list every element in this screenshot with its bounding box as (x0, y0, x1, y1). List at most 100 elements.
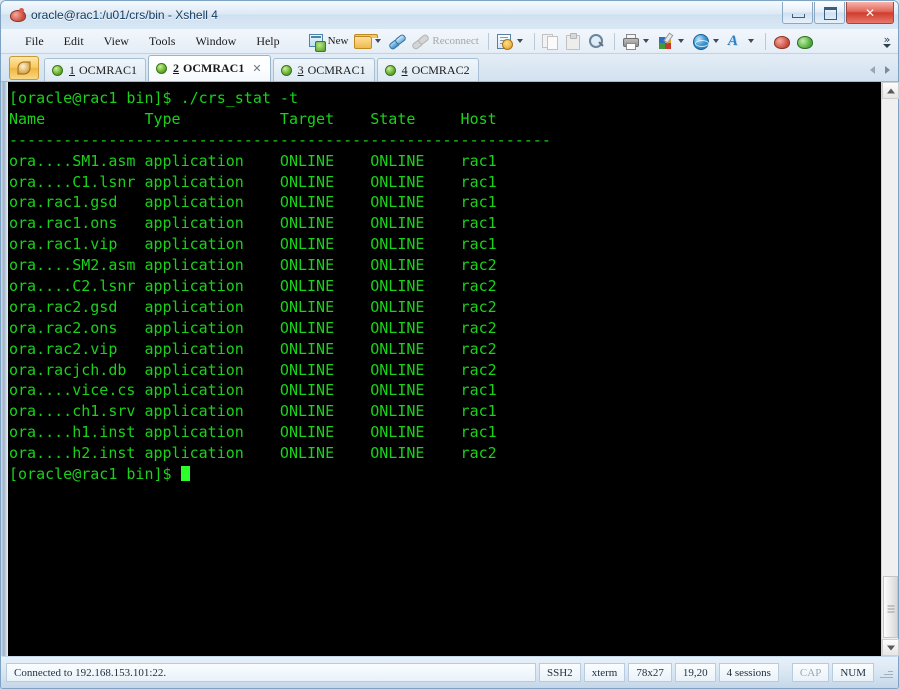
connect-button[interactable] (387, 30, 408, 52)
terminal-left-edge (1, 82, 8, 656)
tab-close-icon[interactable]: ✕ (252, 63, 261, 74)
color-palette-icon (657, 31, 674, 50)
tab-number: 3 (297, 62, 304, 77)
scroll-right-icon[interactable] (885, 66, 890, 74)
scroll-down-button[interactable] (882, 639, 899, 656)
menu-item-edit[interactable]: Edit (54, 31, 94, 52)
menu-item-view[interactable]: View (94, 31, 139, 52)
title-bar[interactable]: oracle@rac1:/u01/crs/bin - Xshell 4 ✕ (1, 1, 898, 29)
properties-icon (496, 33, 513, 50)
scroll-up-icon (886, 88, 895, 93)
tab-number: 2 (173, 61, 180, 75)
terminal-line: ora....h2.inst application ONLINE ONLINE… (9, 444, 497, 463)
color-palette-button[interactable] (655, 30, 688, 52)
tab-number: 4 (401, 62, 408, 77)
menu-items: File Edit View Tools Window Help (15, 31, 290, 52)
scroll-thumb-grip (887, 604, 894, 613)
tab-status-icon (280, 64, 292, 76)
terminal-scrollbar[interactable] (881, 82, 899, 656)
terminal-line: ora....C2.lsnr application ONLINE ONLINE… (9, 277, 497, 296)
paste-icon (565, 32, 582, 50)
chevron-down-icon[interactable] (375, 39, 382, 43)
encoding-button[interactable] (690, 30, 723, 52)
scroll-thumb[interactable] (883, 576, 898, 638)
close-button[interactable]: ✕ (846, 2, 894, 24)
menu-item-window[interactable]: Window (185, 31, 246, 52)
scroll-up-button[interactable] (882, 82, 899, 99)
terminal-line: ora....h1.inst application ONLINE ONLINE… (9, 423, 497, 442)
terminal-line: ora....C1.lsnr application ONLINE ONLINE… (9, 172, 497, 191)
find-icon (588, 33, 605, 50)
terminal-line: ora....SM1.asm application ONLINE ONLINE… (9, 151, 497, 170)
chevron-down-icon[interactable] (677, 39, 684, 43)
minimize-button[interactable] (782, 2, 813, 24)
resize-grip-icon[interactable] (880, 666, 893, 679)
open-session-button[interactable] (352, 30, 385, 52)
tab-status-icon (52, 64, 63, 76)
terminal-line: ora.rac2.vip application ONLINE ONLINE r… (9, 339, 497, 358)
xshell-app-button[interactable] (771, 30, 792, 52)
status-num-lock: NUM (832, 663, 874, 682)
reconnect-plug-icon (411, 32, 431, 51)
overflow-chevron-icon: » (883, 32, 891, 46)
terminal-line: ora....vice.cs application ONLINE ONLINE… (9, 381, 497, 400)
maximize-button[interactable] (814, 2, 845, 24)
close-icon: ✕ (864, 5, 876, 20)
window-buttons: ✕ (781, 2, 894, 24)
print-button[interactable] (620, 30, 653, 52)
connect-plug-icon (388, 32, 408, 51)
status-bar: Connected to 192.168.153.101:22. SSH2 xt… (1, 657, 898, 688)
tab-3-ocmrac1[interactable]: 3 OCMRAC1 (272, 58, 375, 81)
menu-item-file[interactable]: File (15, 31, 54, 52)
font-icon: A (727, 32, 738, 49)
chevron-down-icon[interactable] (747, 39, 754, 43)
terminal-line: [oracle@rac1 bin]$ ./crs_stat -t (9, 89, 298, 107)
menu-item-tools[interactable]: Tools (139, 31, 186, 52)
find-button[interactable] (586, 30, 607, 52)
status-connection: Connected to 192.168.153.101:22. (6, 663, 536, 682)
terminal-area[interactable]: [oracle@rac1 bin]$ ./crs_stat -t Name Ty… (1, 82, 898, 656)
toolbar-overflow-button[interactable]: » (880, 32, 894, 48)
terminal-screen[interactable]: [oracle@rac1 bin]$ ./crs_stat -t Name Ty… (8, 82, 898, 656)
session-manager-button[interactable] (9, 56, 39, 80)
xftp-app-icon (796, 33, 813, 50)
chevron-down-icon[interactable] (642, 39, 649, 43)
terminal-line: ora....ch1.srv application ONLINE ONLINE… (9, 402, 497, 421)
xshell-app-icon (773, 33, 790, 50)
terminal-line: ora.racjch.db application ONLINE ONLINE … (9, 360, 497, 379)
toolbar-separator (487, 32, 489, 50)
paste-button (563, 30, 584, 52)
scroll-down-icon (886, 645, 895, 650)
terminal-line: ora.rac1.gsd application ONLINE ONLINE r… (9, 193, 497, 212)
scroll-left-icon[interactable] (870, 66, 875, 74)
status-caps-lock: CAP (791, 663, 830, 682)
terminal-prompt-line: [oracle@rac1 bin]$ (9, 464, 898, 485)
new-session-label: New (327, 35, 349, 47)
terminal-line: ora.rac1.ons application ONLINE ONLINE r… (9, 214, 497, 233)
new-session-icon (308, 33, 326, 52)
xftp-app-button[interactable] (794, 30, 815, 52)
tab-status-icon (156, 63, 168, 74)
tab-label: OCMRAC2 (411, 62, 470, 77)
chevron-down-icon[interactable] (516, 39, 523, 43)
status-dimensions: 78x27 (628, 663, 672, 682)
terminal-cursor (180, 466, 190, 482)
print-icon (622, 33, 639, 50)
tab-2-ocmrac1[interactable]: 2 OCMRAC1 ✕ (148, 55, 271, 81)
toolbar-separator (533, 32, 535, 50)
tab-1-ocmrac1[interactable]: 1 OCMRAC1 (44, 58, 147, 81)
chevron-down-icon[interactable] (712, 39, 719, 43)
reconnect-button: Reconnect (410, 30, 480, 52)
menu-item-help[interactable]: Help (246, 31, 289, 52)
tab-4-ocmrac2[interactable]: 4 OCMRAC2 (376, 58, 479, 81)
globe-icon (692, 33, 709, 50)
tab-number: 1 (69, 62, 75, 77)
font-button[interactable]: A (725, 30, 758, 52)
new-session-button[interactable]: New (306, 30, 351, 52)
terminal-line: ora....SM2.asm application ONLINE ONLINE… (9, 256, 497, 275)
tab-label: OCMRAC1 (183, 61, 245, 75)
terminal-line: ora.rac2.gsd application ONLINE ONLINE r… (9, 297, 497, 316)
toolbar: New Reconnect A » (306, 29, 898, 53)
properties-button[interactable] (494, 30, 527, 52)
xshell-window: oracle@rac1:/u01/crs/bin - Xshell 4 ✕ Fi… (0, 0, 899, 689)
